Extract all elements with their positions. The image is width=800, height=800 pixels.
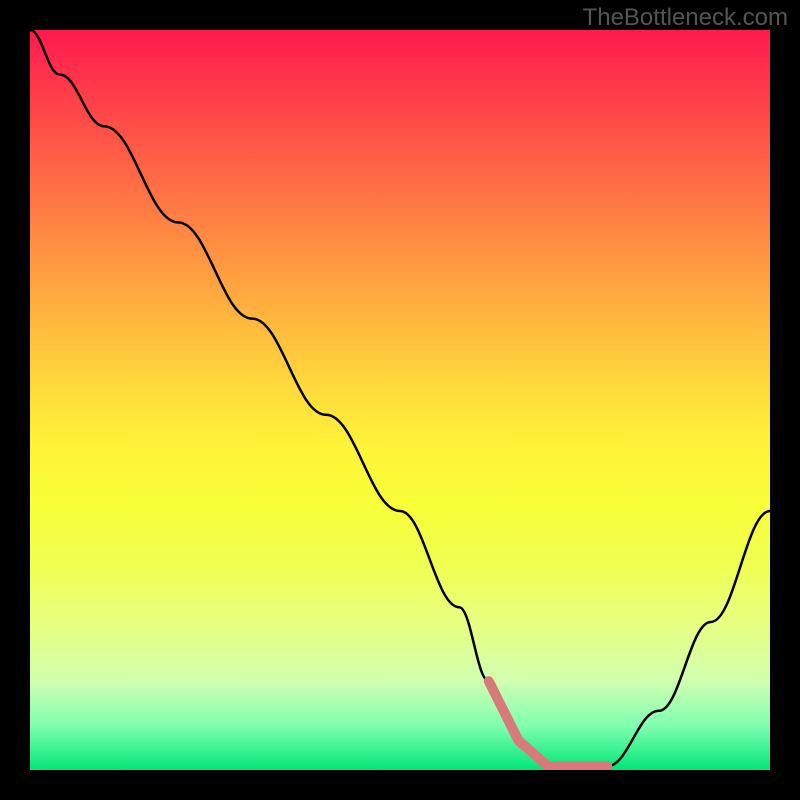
chart-svg	[30, 30, 770, 770]
watermark-text: TheBottleneck.com	[583, 4, 788, 32]
bottleneck-curve-line	[30, 30, 770, 766]
plot-area	[30, 30, 770, 770]
highlight-segment	[489, 681, 607, 766]
